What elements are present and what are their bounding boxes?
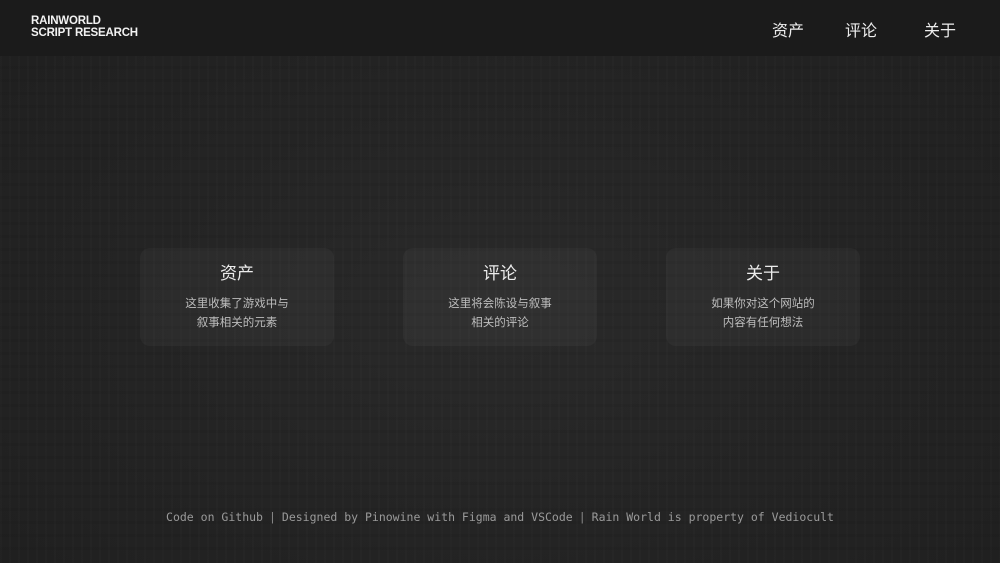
card-description: 这里收集了游戏中与 叙事相关的元素 — [140, 294, 334, 331]
card-description: 如果你对这个网站的 内容有任何想法 — [666, 294, 860, 331]
footer: Code on Github | Designed by Pinowine with… — [0, 509, 1000, 525]
footer-separator: | — [268, 510, 276, 524]
card-description-line-1: 这里收集了游戏中与 — [185, 296, 289, 310]
card-about[interactable]: 关于 如果你对这个网站的 内容有任何想法 — [666, 248, 860, 346]
card-grid: 资产 这里收集了游戏中与 叙事相关的元素 评论 这里将会陈设与叙事 相关的评论 … — [0, 0, 1000, 563]
github-link[interactable]: Code on Github — [166, 510, 263, 524]
footer-property: Rain World is property of Vediocult — [591, 510, 834, 524]
card-title: 资产 — [220, 264, 254, 284]
card-description-line-1: 如果你对这个网站的 — [711, 296, 815, 310]
card-description-line-2: 相关的评论 — [471, 314, 529, 329]
card-description-line-1: 这里将会陈设与叙事 — [448, 296, 552, 310]
footer-designed-by: Designed by Pinowine with Figma and VSCo… — [281, 510, 573, 524]
footer-separator: | — [578, 510, 586, 524]
card-assets[interactable]: 资产 这里收集了游戏中与 叙事相关的元素 — [140, 248, 334, 346]
card-description: 这里将会陈设与叙事 相关的评论 — [403, 294, 597, 331]
card-title: 关于 — [746, 264, 780, 284]
card-reviews[interactable]: 评论 这里将会陈设与叙事 相关的评论 — [403, 248, 597, 346]
card-title: 评论 — [483, 264, 517, 284]
card-description-line-2: 叙事相关的元素 — [196, 314, 278, 329]
card-description-line-2: 内容有任何想法 — [722, 314, 804, 329]
